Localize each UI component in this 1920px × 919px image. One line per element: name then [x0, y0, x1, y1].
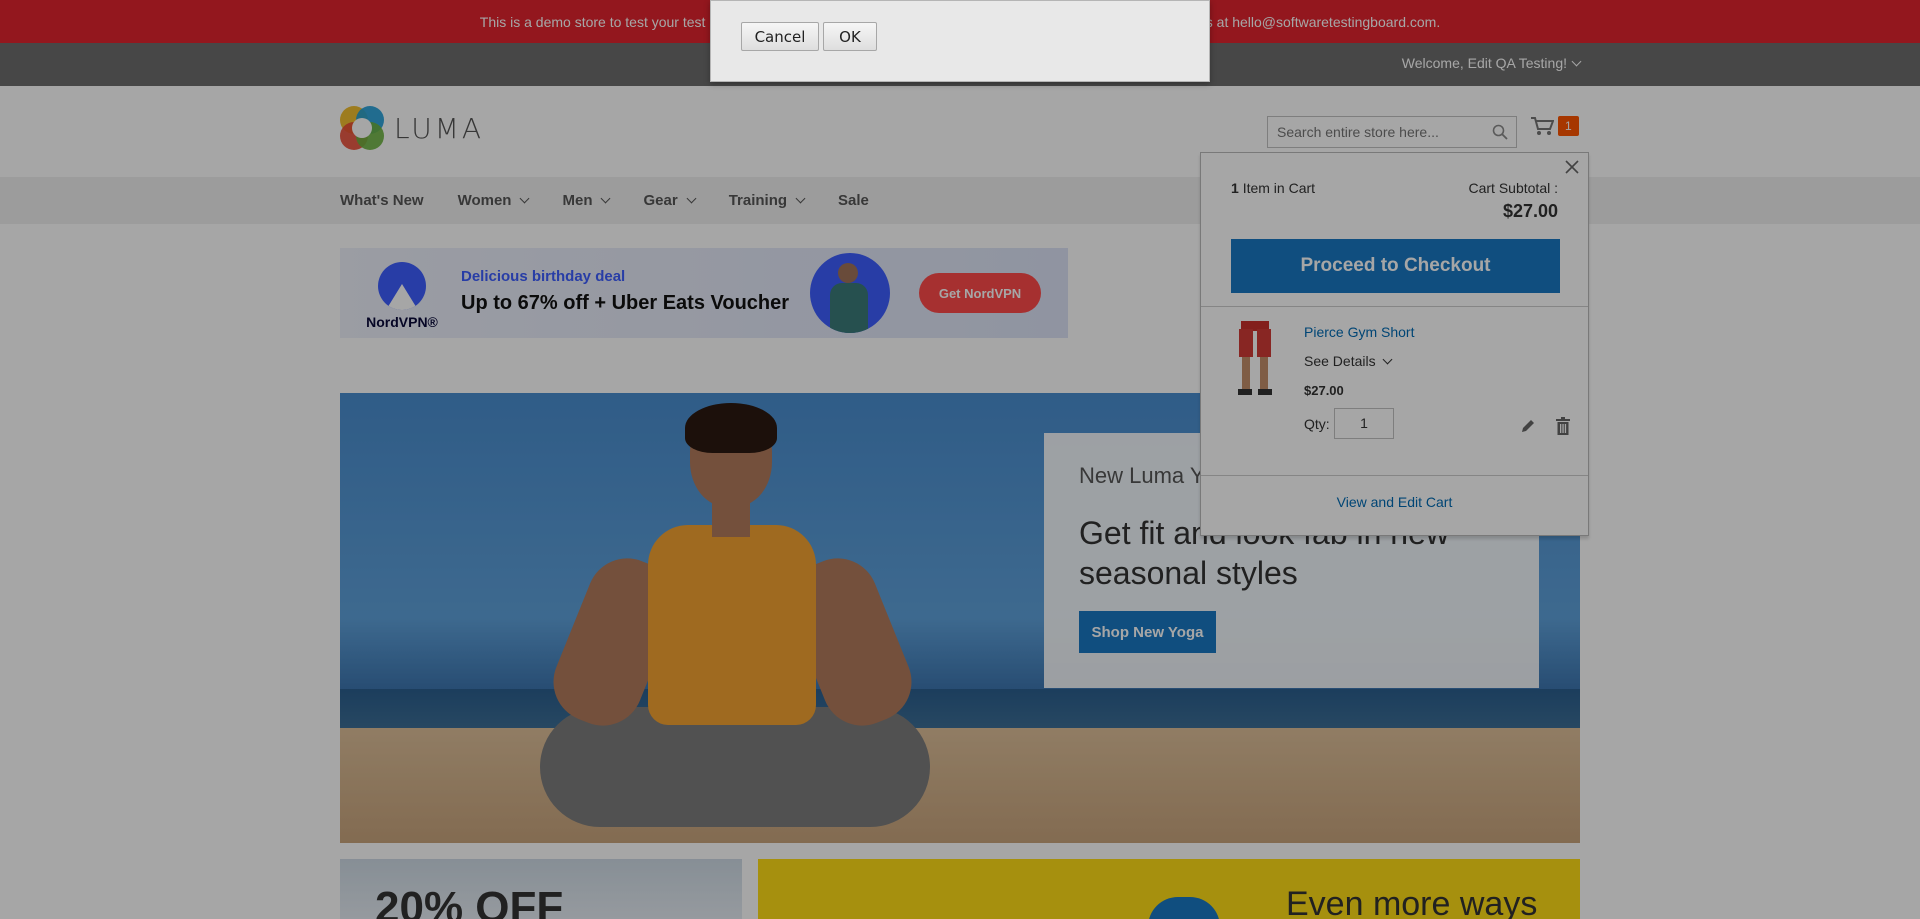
dialog-ok-button[interactable]: OK — [823, 22, 877, 51]
modal-overlay — [0, 0, 1920, 919]
dialog-cancel-button[interactable]: Cancel — [741, 22, 819, 51]
confirm-dialog: Cancel OK — [710, 0, 1210, 82]
